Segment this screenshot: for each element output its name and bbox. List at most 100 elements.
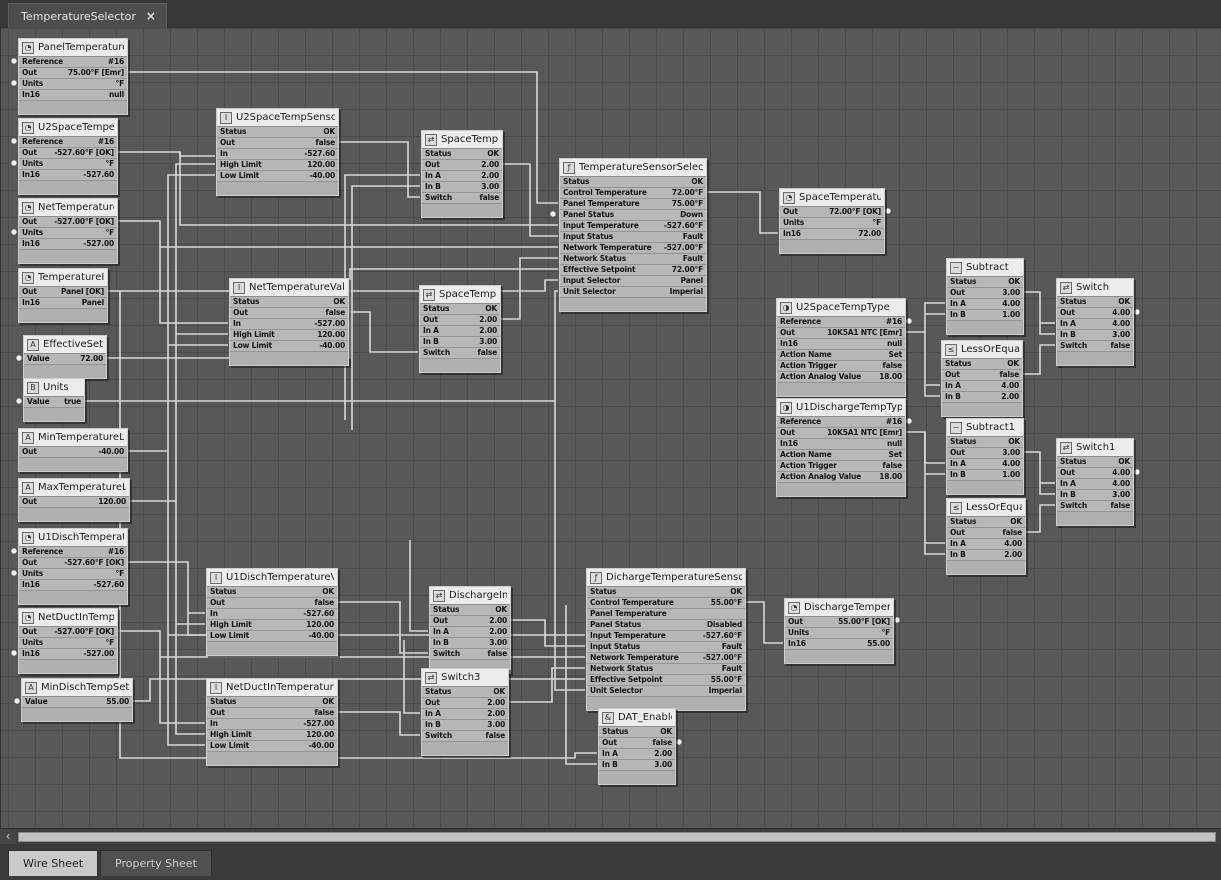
row-out[interactable]: Out2.00 bbox=[422, 698, 508, 709]
row-action-name[interactable]: Action NameSet bbox=[777, 450, 905, 461]
row-units[interactable]: Units°F bbox=[785, 628, 893, 639]
row-status[interactable]: StatusOK bbox=[587, 587, 745, 598]
block-min-disch-temp-setpoint[interactable]: AMinDischTempSetpointValue55.00 bbox=[21, 678, 133, 722]
row-in-b[interactable]: In B3.00 bbox=[430, 638, 510, 649]
row-low-limit[interactable]: Low Limit-40.00 bbox=[207, 631, 337, 642]
row-low-limit[interactable]: Low Limit-40.00 bbox=[207, 741, 337, 752]
block-header[interactable]: ⇄Switch1 bbox=[1057, 439, 1133, 457]
row-in-a[interactable]: In A2.00 bbox=[422, 171, 502, 182]
row-status[interactable]: StatusOK bbox=[1057, 297, 1133, 308]
block-net-duct-in-temperature-valid[interactable]: INetDuctInTemperatureValid?StatusOKOutfa… bbox=[206, 678, 338, 766]
row-out[interactable]: Out2.00 bbox=[430, 616, 510, 627]
block-header[interactable]: ◑U2SpaceTempType bbox=[777, 299, 905, 317]
block-header[interactable]: ⇄DischargeInpu... bbox=[430, 587, 510, 605]
row-panel-status[interactable]: Panel StatusDown bbox=[560, 210, 706, 221]
row-switch[interactable]: Switchfalse bbox=[1057, 341, 1133, 352]
row-out[interactable]: Out3.00 bbox=[947, 288, 1023, 299]
row-in16[interactable]: In16Panel bbox=[19, 298, 107, 309]
block-header[interactable]: AMinDischTempSetpoint bbox=[22, 679, 132, 697]
block-header[interactable]: ◔PanelTemperature bbox=[19, 39, 127, 57]
row-out[interactable]: Outfalse bbox=[599, 738, 675, 749]
row-out[interactable]: Out-527.60°F [OK] bbox=[19, 148, 117, 159]
row-status[interactable]: StatusOK bbox=[430, 605, 510, 616]
row-out[interactable]: Outfalse bbox=[207, 708, 337, 719]
scrollbar-thumb[interactable] bbox=[18, 832, 1216, 842]
row-network-temperature[interactable]: Network Temperature-527.00°F bbox=[560, 243, 706, 254]
row-input-temperature[interactable]: Input Temperature-527.60°F bbox=[587, 631, 745, 642]
row-in16[interactable]: In16null bbox=[777, 439, 905, 450]
block-effective-setpoint[interactable]: AEffectiveSetpointValue72.00 bbox=[23, 335, 107, 379]
block-subtract1[interactable]: −Subtract1StatusOKOut3.00In A4.00In B1.0… bbox=[946, 418, 1024, 495]
block-space-temperature[interactable]: ◔SpaceTemperatureOut72.00°F [OK]Units°FI… bbox=[779, 188, 885, 254]
row-out[interactable]: Out4.00 bbox=[1057, 468, 1133, 479]
row-in-a[interactable]: In A2.00 bbox=[599, 749, 675, 760]
row-in-b[interactable]: In B3.00 bbox=[1057, 490, 1133, 501]
row-reference[interactable]: Reference#16 bbox=[777, 417, 905, 428]
block-u1-discharge-temp-type[interactable]: ◑U1DischargeTempTypeReference#16Out10K5A… bbox=[776, 398, 906, 497]
block-net-temperature[interactable]: ◔NetTemperatureOut-527.00°F [OK]Units°FI… bbox=[18, 198, 118, 264]
block-header[interactable]: −Subtract1 bbox=[947, 419, 1023, 437]
block-header[interactable]: BUnits bbox=[24, 379, 84, 397]
block-header[interactable]: AMaxTemperatureLimit bbox=[19, 479, 129, 497]
row-status[interactable]: StatusOK bbox=[560, 177, 706, 188]
row-units[interactable]: Units°F bbox=[780, 218, 884, 229]
row-status[interactable]: StatusOK bbox=[422, 149, 502, 160]
row-status[interactable]: StatusOK bbox=[217, 127, 338, 138]
row-status[interactable]: StatusOK bbox=[947, 277, 1023, 288]
row-switch[interactable]: Switchfalse bbox=[430, 649, 510, 660]
block-subtract[interactable]: −SubtractStatusOKOut3.00In A4.00In B1.00 bbox=[946, 258, 1024, 335]
block-discharge-inpu[interactable]: ⇄DischargeInpu...StatusOKOut2.00In A2.00… bbox=[429, 586, 511, 674]
row-in16[interactable]: In16null bbox=[19, 90, 127, 101]
row-control-temperature[interactable]: Control Temperature72.00°F bbox=[560, 188, 706, 199]
block-max-temperature-limit[interactable]: AMaxTemperatureLimitOut120.00 bbox=[18, 478, 130, 522]
block-header[interactable]: ⇄SpaceTempNet... bbox=[420, 286, 500, 304]
block-header[interactable]: ◔TemperatureIn... bbox=[19, 269, 107, 287]
row-units[interactable]: Units°F bbox=[19, 79, 127, 90]
row-in16[interactable]: In1655.00 bbox=[785, 639, 893, 650]
block-u1-disch-temperature-valid[interactable]: IU1DischTemperatureValid?StatusOKOutfals… bbox=[206, 568, 338, 656]
block-header[interactable]: −Subtract bbox=[947, 259, 1023, 277]
row-out[interactable]: Out10K5A1 NTC [Emr] bbox=[777, 428, 905, 439]
row-action-analog-value[interactable]: Action Analog Value18.00 bbox=[777, 372, 905, 383]
block-header[interactable]: IU2SpaceTempSensorValid? bbox=[217, 109, 338, 127]
block-switch[interactable]: ⇄SwitchStatusOKOut4.00In A4.00In B3.00Sw… bbox=[1056, 278, 1134, 366]
block-space-temp-net[interactable]: ⇄SpaceTempNet...StatusOKOut2.00In A2.00I… bbox=[419, 285, 501, 373]
row-network-status[interactable]: Network StatusFault bbox=[587, 664, 745, 675]
block-temperature-sensor-selector[interactable]: ƒTemperatureSensorSelectorStatusOKContro… bbox=[559, 158, 707, 312]
row-out[interactable]: Outfalse bbox=[947, 528, 1025, 539]
row-in[interactable]: In-527.60 bbox=[207, 609, 337, 620]
block-u1-disch-temperature[interactable]: ◔U1DischTemperatureReference#16Out-527.6… bbox=[18, 528, 128, 605]
row-in[interactable]: In-527.00 bbox=[207, 719, 337, 730]
block-header[interactable]: ◔U2SpaceTemperature bbox=[19, 119, 117, 137]
block-space-temp-inp[interactable]: ⇄SpaceTempInp...StatusOKOut2.00In A2.00I… bbox=[421, 130, 503, 218]
block-units[interactable]: BUnitsValuetrue bbox=[23, 378, 85, 422]
block-header[interactable]: IU1DischTemperatureValid? bbox=[207, 569, 337, 587]
row-action-name[interactable]: Action NameSet bbox=[777, 350, 905, 361]
row-units[interactable]: Units°F bbox=[19, 569, 127, 580]
row-status[interactable]: StatusOK bbox=[942, 359, 1022, 370]
row-out[interactable]: Out2.00 bbox=[422, 160, 502, 171]
row-high-limit[interactable]: High Limit120.00 bbox=[207, 620, 337, 631]
row-in-b[interactable]: In B1.00 bbox=[947, 470, 1023, 481]
row-action-trigger[interactable]: Action Triggerfalse bbox=[777, 461, 905, 472]
row-out[interactable]: Outfalse bbox=[207, 598, 337, 609]
row-switch[interactable]: Switchfalse bbox=[422, 731, 508, 742]
block-net-temperature-valid[interactable]: INetTemperatureValid?StatusOKOutfalseIn-… bbox=[229, 278, 349, 366]
row-network-temperature[interactable]: Network Temperature-527.00°F bbox=[587, 653, 745, 664]
block-u2-space-temperature[interactable]: ◔U2SpaceTemperatureReference#16Out-527.6… bbox=[18, 118, 118, 195]
row-panel-temperature[interactable]: Panel Temperature bbox=[587, 609, 745, 620]
row-status[interactable]: StatusOK bbox=[947, 517, 1025, 528]
row-in[interactable]: In-527.60 bbox=[217, 149, 338, 160]
row-low-limit[interactable]: Low Limit-40.00 bbox=[230, 341, 348, 352]
row-value[interactable]: Value72.00 bbox=[24, 354, 106, 365]
row-out[interactable]: Out72.00°F [OK] bbox=[780, 207, 884, 218]
row-out[interactable]: Outfalse bbox=[230, 308, 348, 319]
row-in16[interactable]: In16-527.60 bbox=[19, 580, 127, 591]
block-dicharge-temperature-sensor-selector[interactable]: ƒDichargeTemperatureSensorSelectorStatus… bbox=[586, 568, 746, 711]
block-header[interactable]: ⇄Switch3 bbox=[422, 669, 508, 687]
row-status[interactable]: StatusOK bbox=[207, 587, 337, 598]
row-high-limit[interactable]: High Limit120.00 bbox=[207, 730, 337, 741]
block-switch3[interactable]: ⇄Switch3StatusOKOut2.00In A2.00In B3.00S… bbox=[421, 668, 509, 756]
row-status[interactable]: StatusOK bbox=[422, 687, 508, 698]
block-net-duct-in-temp[interactable]: ◔NetDuctInTempOut-527.00°F [OK]Units°FIn… bbox=[18, 608, 118, 674]
